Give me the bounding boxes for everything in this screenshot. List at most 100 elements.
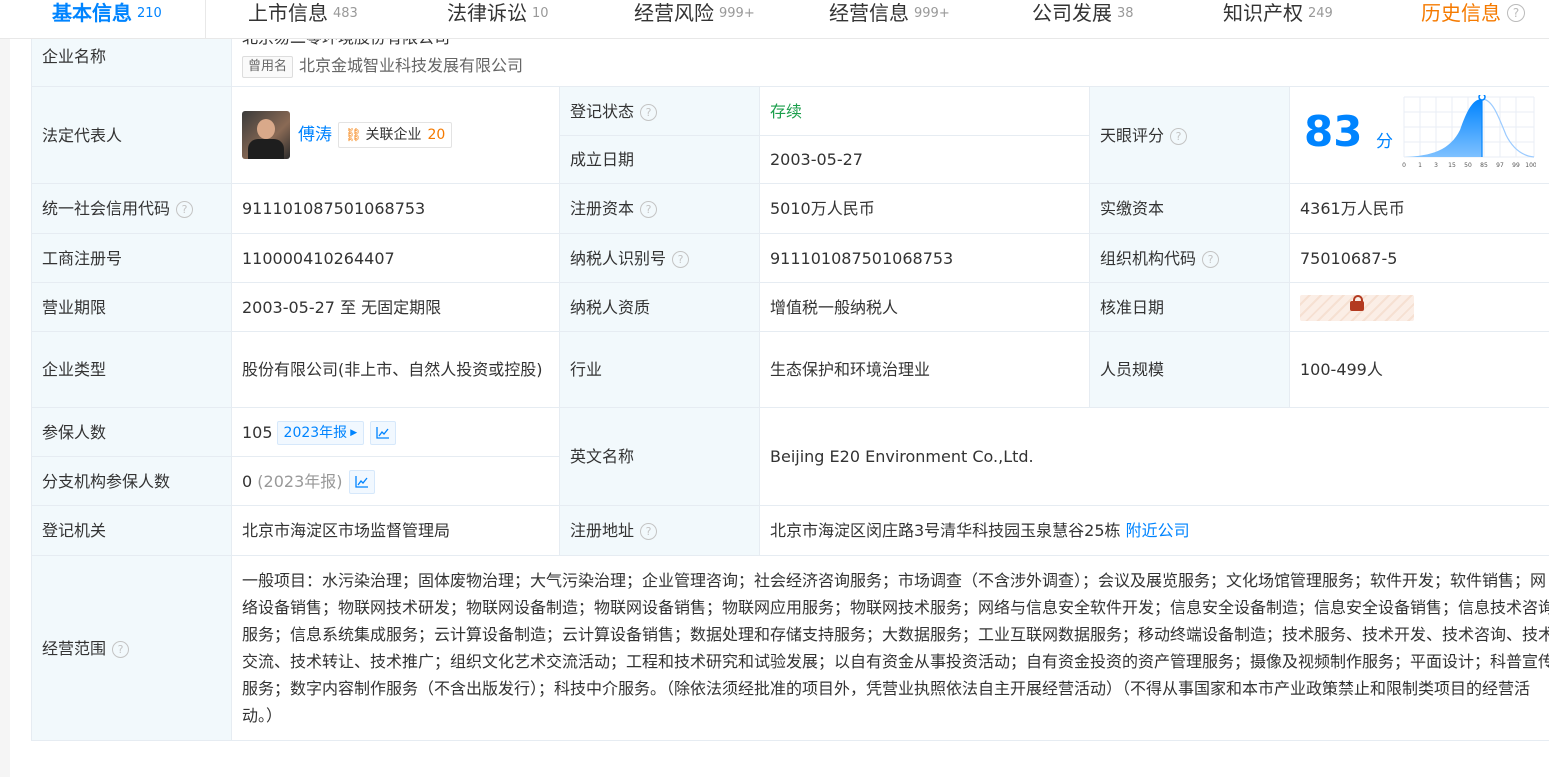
branch-insured-cell: 0 (2023年报) [231,456,560,506]
industry: 生态保护和环境治理业 [759,331,1090,408]
help-icon[interactable]: ? [1202,250,1220,268]
tab-label: 公司发展 [1032,0,1112,25]
tab-risk[interactable]: 经营风险 999+ [634,0,755,34]
tab-listing-info[interactable]: 上市信息 483 [248,0,358,34]
help-icon[interactable]: ? [1170,127,1188,145]
label-found-date: 成立日期 [559,135,760,184]
tick-label: 100 [1525,162,1536,169]
locked-value[interactable] [1300,294,1414,321]
tab-operation[interactable]: 经营信息 999+ [829,0,950,34]
branch-insured-count: 0 [242,471,253,491]
tab-label: 知识产权 [1223,0,1303,25]
tab-label: 历史信息 [1421,0,1501,25]
lock-icon [1350,294,1364,311]
found-date: 2003-05-27 [759,135,1090,184]
tab-label: 上市信息 [248,0,328,25]
tab-legal[interactable]: 法律诉讼 10 [447,0,549,34]
label-insured: 参保人数 [31,407,232,457]
address-cell: 北京市海淀区闵庄路3号清华科技园玉泉慧谷25栋 附近公司 [759,505,1549,556]
help-icon[interactable]: ? [672,250,690,268]
taxpayer-id: 911101087501068753 [759,233,1090,283]
tick-label: 50 [1464,162,1472,169]
tab-label: 经营风险 [634,0,714,25]
help-icon[interactable]: ? [640,523,658,540]
label-industry: 行业 [559,331,760,408]
left-gutter [0,38,10,777]
label-reg-capital: 注册资本? [559,183,760,234]
label-tax-qual: 纳税人资质 [559,282,760,332]
biz-reg-no: 110000410264407 [231,233,560,283]
tab-label: 基本信息 [52,0,132,25]
label-legal-rep: 法定代表人 [31,86,232,184]
tab-count: 999+ [914,5,950,21]
tab-history[interactable]: 历史信息? [1421,0,1525,34]
business-term: 2003-05-27 至 无固定期限 [231,282,560,332]
insured-cell: 105 2023年报 ▶ [231,407,560,457]
label-company-type: 企业类型 [31,331,232,408]
former-name-tag: 曾用名 [242,56,294,78]
tab-count: 210 [137,5,162,21]
tab-count: 483 [333,5,358,21]
caret-right-icon: ▶ [350,427,358,438]
label-reg-status: 登记状态? [559,86,760,136]
score-value[interactable]: 83 [1304,109,1362,155]
tab-divider [205,0,206,38]
branch-report-year: (2023年报) [257,471,343,491]
avatar[interactable] [242,111,290,159]
tab-count: 38 [1117,5,1134,21]
help-icon[interactable]: ? [640,103,658,121]
tax-qualification: 增值税一般纳税人 [759,282,1090,332]
company-type: 股份有限公司(非上市、自然人投资或控股) [231,331,560,408]
tab-count: 249 [1308,5,1333,21]
legal-rep-cell: 傅涛 ⛓ 关联企业 20 [231,86,560,184]
tab-count: 10 [532,5,549,21]
tab-ip[interactable]: 知识产权 249 [1223,0,1333,34]
label-staff-size: 人员规模 [1089,331,1290,408]
label-company-name: 企业名称 [31,38,232,87]
tick-label: 1 [1418,162,1422,169]
label-taxpayer-id: 纳税人识别号? [559,233,760,283]
trend-chart-icon[interactable] [348,470,375,494]
tab-count: 999+ [719,5,755,21]
business-scope: 一般项目：水污染治理；固体废物治理；大气污染治理；企业管理咨询；社会经济咨询服务… [231,555,1549,741]
english-name: Beijing E20 Environment Co.,Ltd. [759,407,1549,506]
tab-label: 经营信息 [829,0,909,25]
trend-chart-icon[interactable] [370,421,397,445]
label-approve-date: 核准日期 [1089,282,1290,332]
legal-rep-name[interactable]: 傅涛 [298,125,332,145]
reg-status: 存续 [759,86,1090,136]
label-biz-reg-no: 工商注册号 [31,233,232,283]
tab-label: 法律诉讼 [447,0,527,25]
help-icon[interactable]: ? [112,640,130,658]
credit-code: 911101087501068753 [231,183,560,234]
tick-label: 3 [1434,162,1438,169]
score-cell: 83 分 0 1 3 15 50 85 97 99 100 [1289,86,1549,184]
insured-count: 105 [242,422,273,442]
paid-capital: 4361万人民币 [1289,183,1549,234]
score-unit: 分 [1376,132,1393,152]
related-companies-tag[interactable]: ⛓ 关联企业 20 [338,122,453,148]
reg-capital: 5010万人民币 [759,183,1090,234]
org-code: 75010687-5 [1289,233,1549,283]
address: 北京市海淀区闵庄路3号清华科技园玉泉慧谷25栋 [770,521,1121,540]
report-year-button[interactable]: 2023年报 ▶ [276,421,365,445]
label-paid-capital: 实缴资本 [1089,183,1290,234]
tick-label: 85 [1480,162,1488,169]
staff-size: 100-499人 [1289,331,1549,408]
tick-label: 0 [1402,162,1406,169]
label-term: 营业期限 [31,282,232,332]
tab-basic-info[interactable]: 基本信息 210 [52,0,162,34]
tab-development[interactable]: 公司发展 38 [1032,0,1134,34]
label-credit-code: 统一社会信用代码? [31,183,232,234]
approve-date-cell [1289,282,1549,332]
nearby-companies-link[interactable]: 附近公司 [1126,521,1190,540]
authority: 北京市海淀区市场监督管理局 [231,505,560,556]
tick-label: 97 [1496,162,1504,169]
label-english-name: 英文名称 [559,407,760,506]
help-icon[interactable]: ? [640,201,658,218]
help-icon[interactable]: ? [1507,4,1525,22]
basic-info-table: 企业名称 北京易二零环境股份有限公司 曾用名 北京金城智业科技发展有限公司 法定代… [31,34,1549,741]
help-icon[interactable]: ? [176,201,194,218]
label-address: 注册地址? [559,505,760,556]
label-branch-insured: 分支机构参保人数 [31,456,232,506]
